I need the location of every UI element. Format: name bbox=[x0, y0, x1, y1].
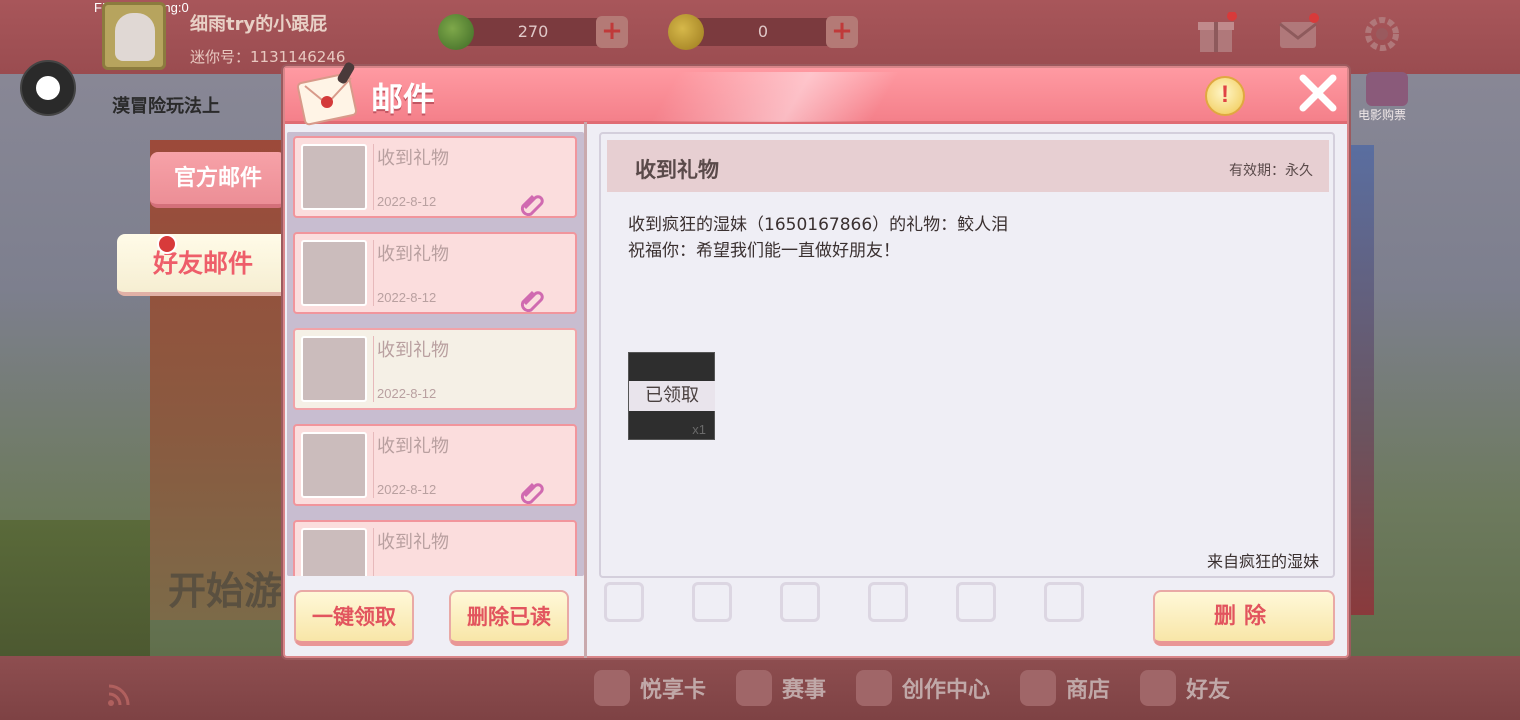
item-divider bbox=[373, 144, 374, 210]
tab-official-mail[interactable]: 官方邮件 bbox=[150, 152, 286, 208]
delete-read-button[interactable]: 删除已读 bbox=[449, 590, 569, 646]
avatar[interactable] bbox=[102, 2, 166, 70]
mail-icon[interactable] bbox=[1276, 12, 1320, 56]
item-divider bbox=[373, 528, 374, 576]
add-gems-button[interactable]: + bbox=[596, 16, 628, 48]
gift-attachment[interactable]: 已领取 x1 bbox=[628, 352, 715, 440]
movie-ticket-button[interactable]: 电影购票 bbox=[1356, 72, 1426, 122]
watermark-pattern bbox=[600, 580, 1150, 642]
detail-subject: 收到礼物 bbox=[635, 158, 719, 182]
add-coins-button[interactable]: + bbox=[826, 16, 858, 48]
mail-date: 2022-8-12 bbox=[377, 386, 437, 401]
start-game-button[interactable]: 开始游 bbox=[168, 560, 282, 615]
signal-icon bbox=[108, 684, 130, 706]
mail-date: 2022-8-12 bbox=[377, 194, 437, 209]
pig-icon bbox=[594, 670, 630, 706]
ground-decoration bbox=[0, 520, 150, 660]
claimed-label: 已领取 bbox=[629, 381, 715, 411]
mail-subject: 收到礼物 bbox=[377, 436, 449, 457]
nav-item-creation[interactable]: 创作中心 bbox=[852, 670, 1016, 706]
list-item[interactable]: 收到礼物 bbox=[293, 520, 577, 576]
movie-ticket-label: 电影购票 bbox=[1358, 108, 1407, 122]
mail-subject: 收到礼物 bbox=[377, 244, 449, 265]
record-button[interactable] bbox=[20, 60, 76, 116]
nav-item-card[interactable]: 悦享卡 bbox=[590, 670, 732, 706]
movie-ticket-icon bbox=[1366, 72, 1408, 106]
unread-badge bbox=[157, 234, 177, 254]
mail-subject: 收到礼物 bbox=[377, 340, 449, 361]
nav-label: 赛事 bbox=[782, 678, 827, 703]
dialog-title: 邮件 bbox=[371, 80, 436, 118]
list-item-selected[interactable]: 收到礼物 2022-8-12 bbox=[293, 328, 577, 410]
item-divider bbox=[373, 432, 374, 498]
header-sparkle bbox=[650, 72, 900, 122]
item-divider bbox=[373, 240, 374, 306]
detail-header: 收到礼物 有效期：永久 bbox=[607, 140, 1329, 192]
info-button[interactable]: ! bbox=[1205, 76, 1245, 116]
announcement-text[interactable]: 漠冒险玩法上 bbox=[112, 92, 220, 118]
mail-date: 2022-8-12 bbox=[377, 482, 437, 497]
envelope-icon bbox=[301, 432, 367, 498]
cart-icon bbox=[1020, 670, 1057, 706]
envelope-logo-icon bbox=[296, 62, 358, 126]
envelope-icon bbox=[301, 240, 367, 306]
cube-icon bbox=[856, 670, 893, 706]
detail-body-line: 祝福你：希望我们能一直做好朋友！ bbox=[628, 241, 900, 261]
close-icon[interactable] bbox=[1295, 70, 1341, 116]
nav-label: 悦享卡 bbox=[640, 678, 707, 703]
watermark-icon bbox=[956, 582, 996, 622]
envelope-icon bbox=[301, 528, 367, 576]
bottom-nav: 悦享卡 赛事 创作中心 商店 好友 bbox=[590, 664, 1410, 712]
username: 细雨try的小跟屁 bbox=[190, 14, 328, 35]
gem-amount: 270 bbox=[517, 22, 549, 41]
side-banner[interactable] bbox=[1350, 145, 1374, 615]
mail-date: 2022-8-12 bbox=[377, 290, 437, 305]
gift-quantity: x1 bbox=[692, 422, 706, 437]
watermark-icon bbox=[780, 582, 820, 622]
coin-currency: 0 + bbox=[668, 14, 858, 50]
gem-icon bbox=[438, 14, 474, 50]
nav-label: 好友 bbox=[1186, 678, 1231, 703]
watermark-icon bbox=[1044, 582, 1084, 622]
detail-sender: 来自疯狂的湿妹 bbox=[1206, 552, 1319, 571]
gift-icon[interactable] bbox=[1194, 12, 1238, 56]
envelope-icon bbox=[301, 336, 367, 402]
item-divider bbox=[373, 336, 374, 402]
delete-button[interactable]: 删除 bbox=[1153, 590, 1335, 646]
coin-icon bbox=[668, 14, 704, 50]
watermark-icon bbox=[868, 582, 908, 622]
pane-divider bbox=[584, 122, 587, 658]
list-item[interactable]: 收到礼物 2022-8-12 bbox=[293, 232, 577, 314]
mail-subject: 收到礼物 bbox=[377, 532, 449, 553]
mail-list[interactable]: 收到礼物 2022-8-12 收到礼物 2022-8-12 收到礼物 2022-… bbox=[287, 132, 584, 576]
mail-detail: 收到礼物 有效期：永久 收到疯狂的湿妹（1650167866）的礼物：鲛人泪 祝… bbox=[599, 132, 1335, 578]
list-item[interactable]: 收到礼物 2022-8-12 bbox=[293, 424, 577, 506]
mail-subject: 收到礼物 bbox=[377, 148, 449, 169]
attachment-clip-icon bbox=[520, 194, 544, 216]
tab-friend-mail[interactable]: 好友邮件 bbox=[117, 234, 289, 296]
coin-amount: 0 bbox=[757, 22, 769, 41]
nav-item-shop[interactable]: 商店 bbox=[1016, 670, 1136, 706]
gem-currency: 270 + bbox=[438, 14, 628, 50]
nav-label: 创作中心 bbox=[902, 678, 991, 703]
detail-body-line: 收到疯狂的湿妹（1650167866）的礼物：鲛人泪 bbox=[628, 215, 1009, 235]
settings-icon[interactable] bbox=[1360, 12, 1404, 56]
nav-item-friends[interactable]: 好友 bbox=[1136, 670, 1256, 706]
detail-expiry: 有效期：永久 bbox=[1229, 163, 1313, 179]
dialog-header: 邮件 ! bbox=[285, 62, 1347, 126]
envelope-icon bbox=[301, 144, 367, 210]
list-item[interactable]: 收到礼物 2022-8-12 bbox=[293, 136, 577, 218]
claim-all-button[interactable]: 一键领取 bbox=[294, 590, 414, 646]
nav-label: 商店 bbox=[1066, 678, 1111, 703]
attachment-clip-icon bbox=[520, 482, 544, 504]
friend-pig-icon bbox=[1140, 670, 1177, 706]
attachment-clip-icon bbox=[520, 290, 544, 312]
info-icon: ! bbox=[1221, 81, 1229, 108]
event-banner[interactable] bbox=[150, 140, 290, 620]
watermark-icon bbox=[604, 582, 644, 622]
trophy-icon bbox=[736, 670, 773, 706]
watermark-icon bbox=[692, 582, 732, 622]
nav-item-events[interactable]: 赛事 bbox=[732, 670, 852, 706]
